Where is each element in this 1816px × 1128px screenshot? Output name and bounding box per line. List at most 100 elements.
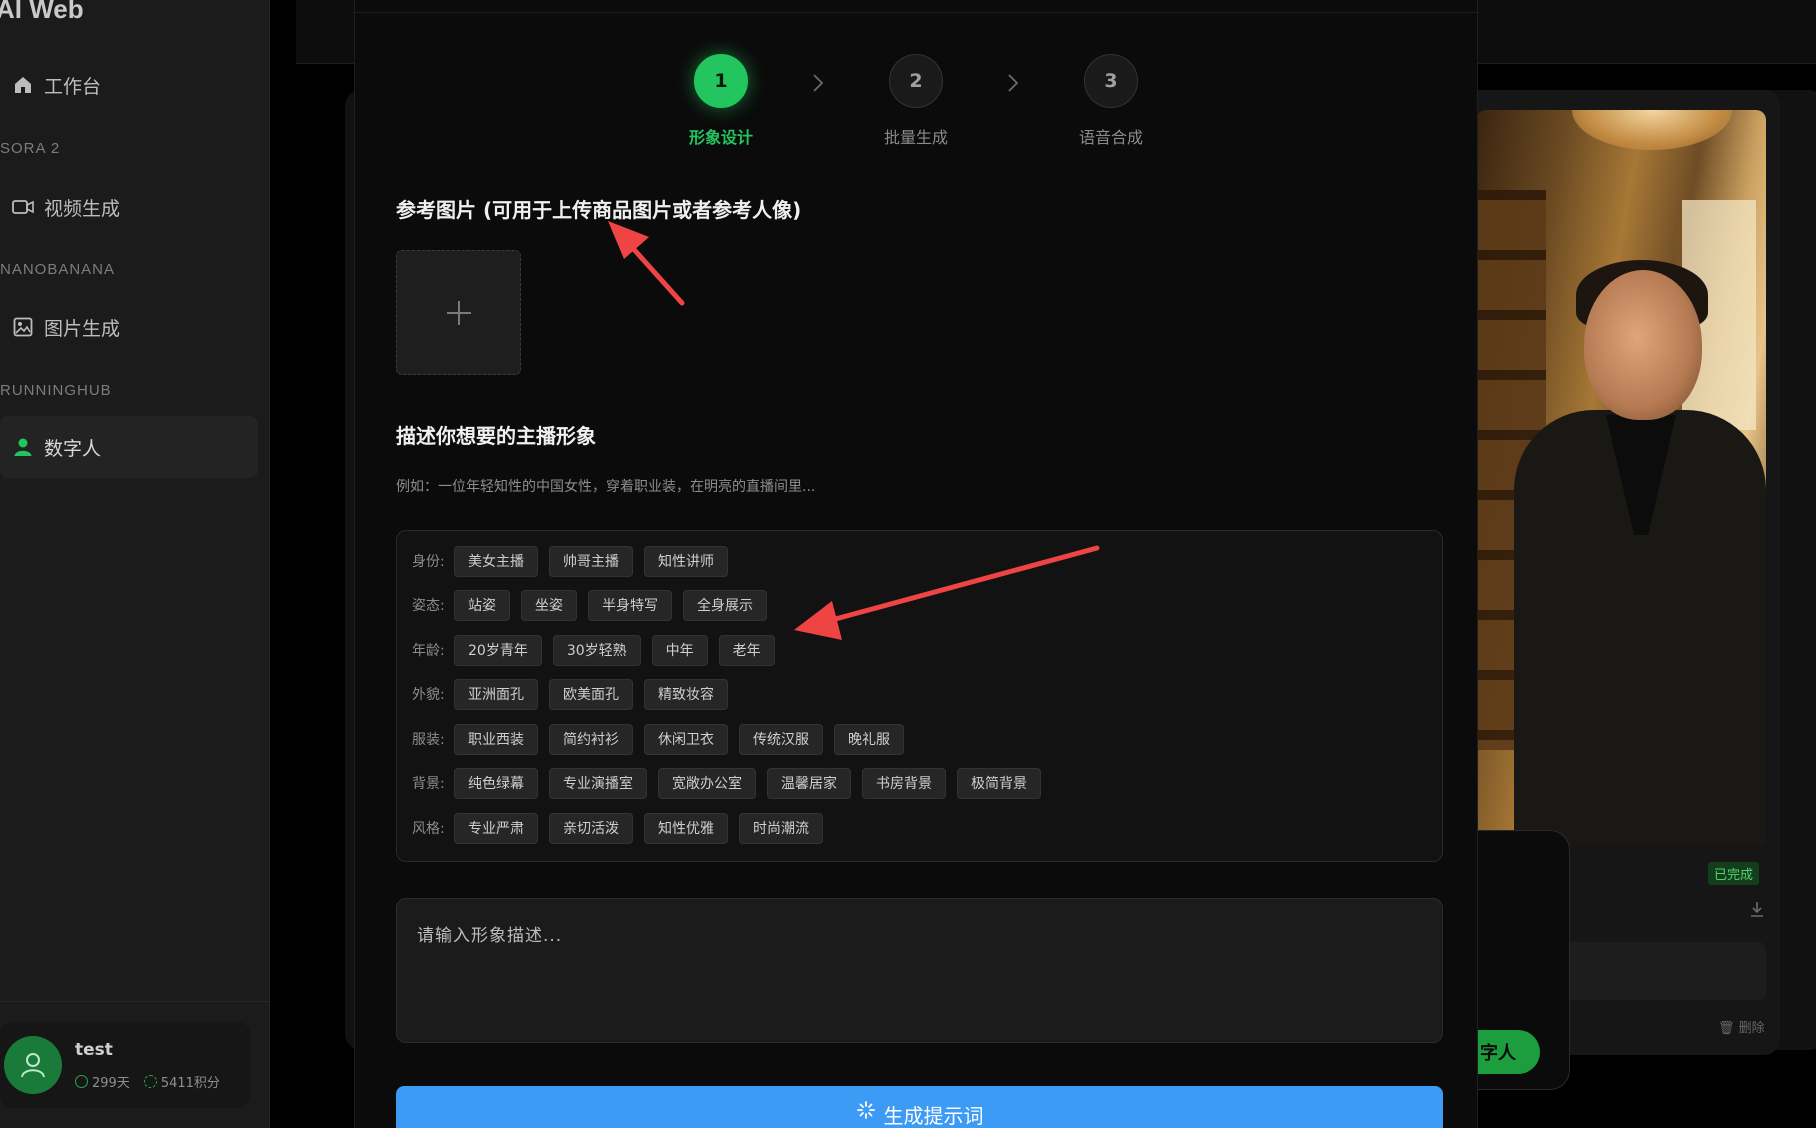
section-runninghub: RUNNINGHUB bbox=[0, 382, 112, 399]
trash-icon: 🗑 bbox=[1718, 1021, 1739, 1036]
sidebar-item-label: 图片生成 bbox=[44, 317, 121, 340]
tag[interactable]: 知性优雅 bbox=[644, 812, 728, 844]
status-badge: 已完成 bbox=[1708, 862, 1760, 885]
step-number: 3 bbox=[1084, 54, 1138, 108]
tag-row-clothing: 服装: 职业西装 简约衬衫 休闲卫衣 传统汉服 晚礼服 bbox=[412, 723, 915, 755]
reference-image-title: 参考图片 (可用于上传商品图片或者参考人像) bbox=[396, 198, 802, 222]
tag[interactable]: 休闲卫衣 bbox=[644, 723, 728, 755]
step-label: 形象设计 bbox=[688, 128, 753, 147]
chevron-right-icon bbox=[811, 72, 827, 96]
tag-row-appearance: 外貌: 亚洲面孔 欧美面孔 精致妆容 bbox=[412, 678, 739, 710]
generate-prompt-button[interactable]: 生成提示词 bbox=[396, 1086, 1443, 1128]
tag[interactable]: 20岁青年 bbox=[454, 634, 542, 666]
tag[interactable]: 简约衬衫 bbox=[549, 723, 633, 755]
user-days: 299天 bbox=[92, 1076, 130, 1091]
tag[interactable]: 专业严肃 bbox=[454, 812, 538, 844]
tag[interactable]: 30岁轻熟 bbox=[552, 634, 641, 666]
avatar[interactable] bbox=[4, 1036, 62, 1094]
divider bbox=[0, 1001, 270, 1002]
clock-icon bbox=[75, 1075, 88, 1088]
step-2[interactable]: 2 批量生成 bbox=[856, 54, 976, 148]
points-icon bbox=[143, 1075, 157, 1088]
result-photo[interactable] bbox=[1476, 110, 1766, 845]
digital-human-button-label: 字人 bbox=[1480, 1043, 1516, 1064]
tag[interactable]: 老年 bbox=[718, 634, 775, 666]
tag[interactable]: 书房背景 bbox=[862, 767, 946, 799]
image-icon bbox=[12, 316, 34, 338]
tag[interactable]: 纯色绿幕 bbox=[454, 767, 538, 799]
tag-row-label: 姿态: bbox=[412, 598, 445, 614]
tag[interactable]: 知性讲师 bbox=[644, 545, 728, 577]
tag-row-background: 背景: 纯色绿幕 专业演播室 宽敞办公室 温馨居家 书房背景 极简背景 bbox=[412, 767, 1052, 799]
tag[interactable]: 全身展示 bbox=[683, 589, 767, 621]
plus-icon bbox=[446, 300, 471, 325]
user-icon bbox=[12, 436, 34, 458]
step-label: 批量生成 bbox=[883, 128, 948, 147]
create-digital-human-modal: 1 形象设计 2 批量生成 3 语音合成 参考图片 (可用于上传商品图片或者参考… bbox=[354, 0, 1479, 1128]
tag[interactable]: 温馨居家 bbox=[767, 767, 851, 799]
video-icon bbox=[12, 196, 34, 218]
tag-row-label: 背景: bbox=[412, 776, 445, 792]
tag[interactable]: 中年 bbox=[651, 634, 708, 666]
tag[interactable]: 极简背景 bbox=[957, 767, 1041, 799]
description-textarea[interactable] bbox=[417, 921, 1422, 1020]
tag[interactable]: 坐姿 bbox=[521, 589, 577, 621]
tag-selector-panel: 身份: 美女主播 帅哥主播 知性讲师 姿态: 站姿 坐姿 半身特写 全身展示 年… bbox=[396, 530, 1443, 862]
section-nanobanana: NANOBANANA bbox=[0, 261, 116, 278]
tag-row-label: 年龄: bbox=[412, 643, 445, 659]
tag-row-identity: 身份: 美女主播 帅哥主播 知性讲师 bbox=[412, 545, 739, 577]
sparkle-icon bbox=[856, 1100, 876, 1128]
delete-link[interactable]: 🗑 删除 bbox=[1718, 1017, 1765, 1036]
sidebar-item-workbench[interactable]: 工作台 bbox=[0, 54, 258, 116]
tag[interactable]: 时尚潮流 bbox=[739, 812, 823, 844]
divider bbox=[355, 12, 1479, 13]
tag-row-label: 外貌: bbox=[412, 687, 445, 703]
description-textarea-container[interactable] bbox=[396, 898, 1443, 1043]
section-sora2: SORA 2 bbox=[0, 140, 61, 157]
tag-row-age: 年龄: 20岁青年 30岁轻熟 中年 老年 bbox=[412, 634, 786, 666]
user-card[interactable]: test 299天 5411积分 bbox=[0, 1022, 250, 1108]
tag[interactable]: 专业演播室 bbox=[549, 767, 647, 799]
sidebar-item-digital-human[interactable]: 数字人 bbox=[0, 416, 258, 478]
upload-reference-image[interactable] bbox=[396, 250, 521, 375]
description-hint: 例如：一位年轻知性的中国女性，穿着职业装，在明亮的直播间里... bbox=[396, 479, 816, 495]
tag[interactable]: 美女主播 bbox=[454, 545, 538, 577]
tag[interactable]: 亲切活泼 bbox=[549, 812, 633, 844]
step-label: 语音合成 bbox=[1078, 128, 1143, 147]
user-name: test bbox=[75, 1040, 113, 1060]
tag[interactable]: 宽敞办公室 bbox=[658, 767, 756, 799]
sidebar-item-label: 视频生成 bbox=[44, 197, 121, 220]
tag[interactable]: 帅哥主播 bbox=[549, 545, 633, 577]
sidebar-item-image[interactable]: 图片生成 bbox=[0, 296, 258, 358]
tag-row-label: 服装: bbox=[412, 732, 445, 748]
user-meta: 299天 5411积分 bbox=[75, 1072, 220, 1091]
step-number: 1 bbox=[694, 54, 748, 108]
home-icon bbox=[12, 74, 34, 96]
generate-prompt-label: 生成提示词 bbox=[883, 1104, 984, 1128]
tag[interactable]: 传统汉服 bbox=[739, 723, 823, 755]
sidebar-item-label: 数字人 bbox=[44, 437, 102, 460]
tag[interactable]: 站姿 bbox=[454, 589, 510, 621]
describe-title: 描述你想要的主播形象 bbox=[396, 424, 596, 448]
step-number: 2 bbox=[889, 54, 943, 108]
brand-logo: AI Web bbox=[0, 0, 84, 24]
delete-label: 删除 bbox=[1738, 1021, 1765, 1036]
step-1[interactable]: 1 形象设计 bbox=[661, 54, 781, 148]
tag[interactable]: 半身特写 bbox=[588, 589, 672, 621]
tag[interactable]: 职业西装 bbox=[454, 723, 538, 755]
chevron-right-icon bbox=[1006, 72, 1022, 96]
tag[interactable]: 亚洲面孔 bbox=[454, 678, 538, 710]
step-3[interactable]: 3 语音合成 bbox=[1051, 54, 1171, 148]
sidebar: AI Web 工作台 SORA 2 视频生成 NANOBANANA 图片生成 R… bbox=[0, 0, 270, 1128]
tag-row-label: 身份: bbox=[412, 554, 445, 570]
tag[interactable]: 欧美面孔 bbox=[549, 678, 633, 710]
download-icon[interactable] bbox=[1748, 900, 1766, 918]
tag[interactable]: 晚礼服 bbox=[834, 723, 904, 755]
tag[interactable]: 精致妆容 bbox=[644, 678, 728, 710]
tag-row-pose: 姿态: 站姿 坐姿 半身特写 全身展示 bbox=[412, 589, 778, 621]
tag-row-label: 风格: bbox=[412, 821, 445, 837]
sidebar-item-label: 工作台 bbox=[44, 75, 102, 98]
user-points: 5411积分 bbox=[160, 1076, 220, 1091]
sidebar-item-video[interactable]: 视频生成 bbox=[0, 176, 258, 238]
tag-row-style: 风格: 专业严肃 亲切活泼 知性优雅 时尚潮流 bbox=[412, 812, 834, 844]
